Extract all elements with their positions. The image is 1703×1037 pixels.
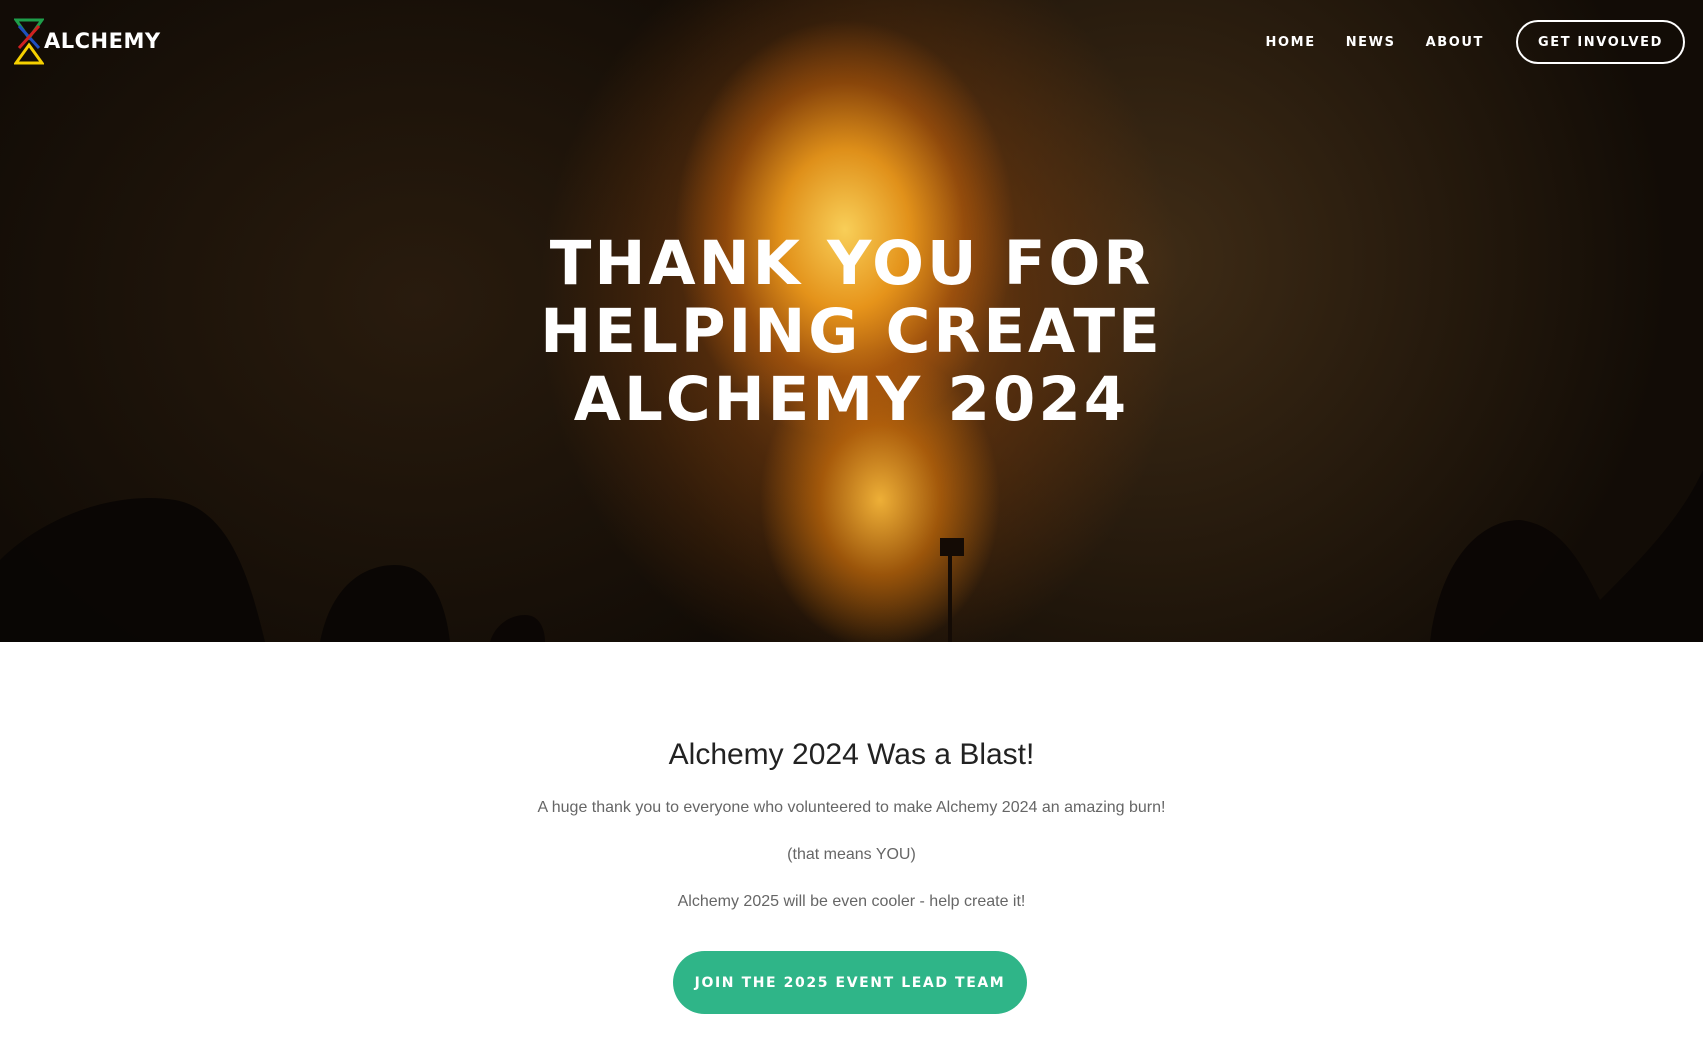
that-means-you-text: (that means YOU) — [787, 846, 916, 863]
main-nav: HOME NEWS ABOUT GET INVOLVED — [1266, 20, 1685, 64]
hero-title-line-2: HELPING CREATE — [540, 296, 1163, 367]
hero-title-line-3: ALCHEMY 2024 — [573, 364, 1130, 435]
join-event-lead-team-button[interactable]: JOIN THE 2025 EVENT LEAD TEAM — [673, 951, 1027, 1014]
hero-title-line-1: THANK YOU FOR — [549, 228, 1154, 299]
section-heading: Alchemy 2024 Was a Blast! — [668, 738, 1035, 771]
hero-section: ALCHEMY HOME NEWS ABOUT GET INVOLVED THA… — [0, 0, 1703, 642]
nav-about-link[interactable]: ABOUT — [1426, 35, 1484, 50]
get-involved-button[interactable]: GET INVOLVED — [1516, 20, 1685, 64]
brand-name: ALCHEMY — [44, 29, 161, 53]
help-create-text: Alchemy 2025 will be even cooler - help … — [677, 893, 1026, 910]
brand-logo[interactable]: ALCHEMY — [14, 18, 161, 65]
nav-home-link[interactable]: HOME — [1266, 35, 1316, 50]
nav-news-link[interactable]: NEWS — [1346, 35, 1396, 50]
thank-you-text: A huge thank you to everyone who volunte… — [537, 799, 1166, 816]
alchemy-hourglass-icon — [14, 18, 44, 65]
hero-title: THANK YOU FOR HELPING CREATE ALCHEMY 202… — [0, 230, 1703, 434]
